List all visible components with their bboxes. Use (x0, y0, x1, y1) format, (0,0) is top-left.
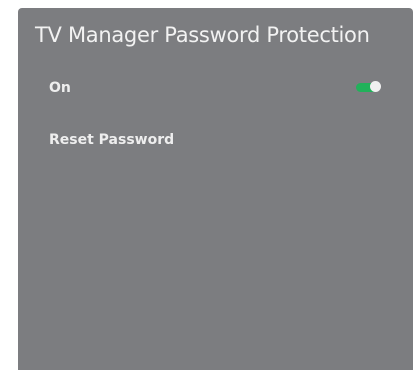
reset-password-option[interactable]: Reset Password (18, 118, 413, 162)
reset-password-label: Reset Password (49, 132, 175, 148)
toggle-knob (370, 81, 381, 92)
password-toggle-switch[interactable] (356, 81, 381, 93)
panel-title: TV Manager Password Protection (35, 23, 370, 47)
password-on-option[interactable]: On (18, 66, 413, 110)
password-on-label: On (49, 80, 71, 96)
password-protection-panel: TV Manager Password Protection On Reset … (18, 8, 413, 370)
